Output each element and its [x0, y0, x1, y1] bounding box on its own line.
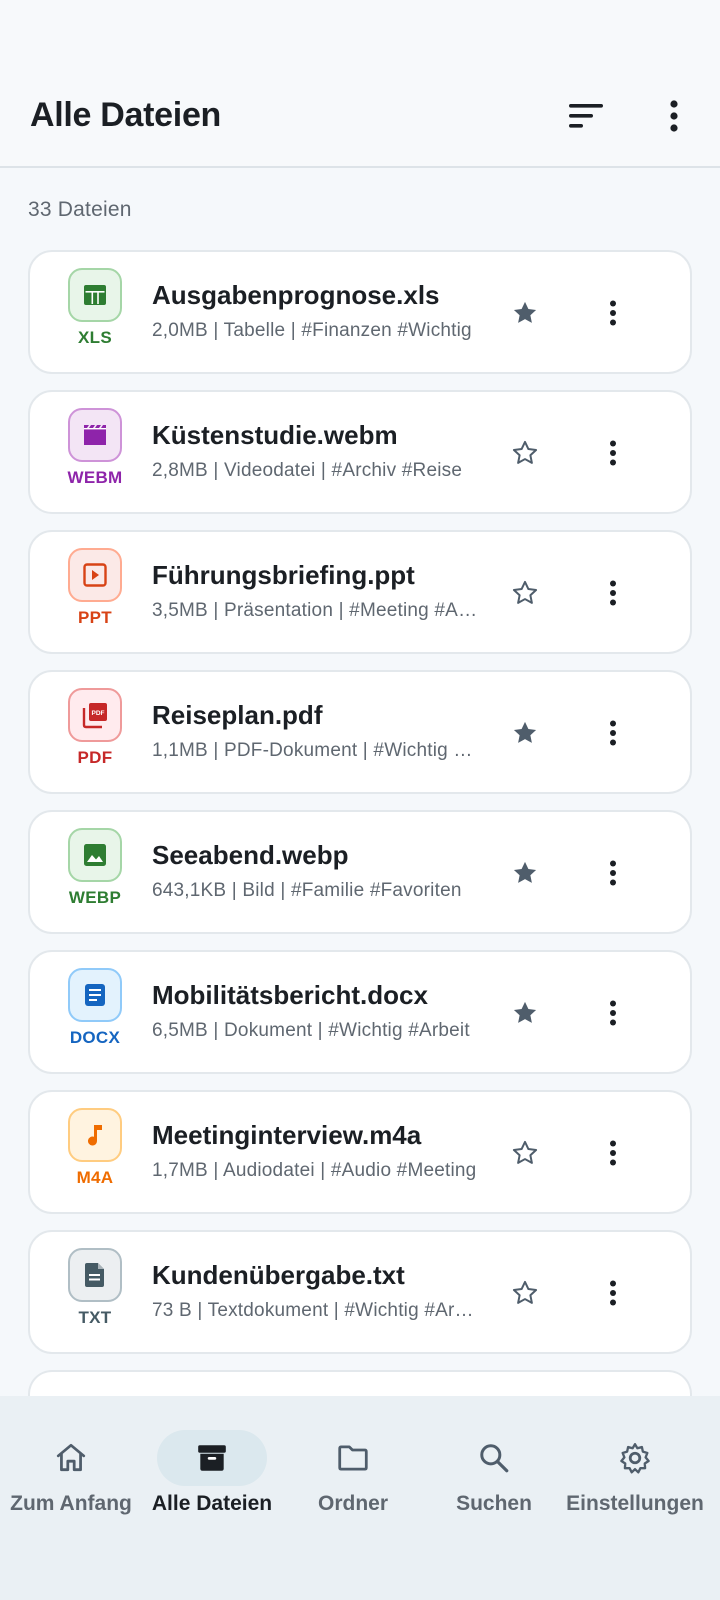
- file-card[interactable]: PPT Führungsbriefing.ppt 3,5MB | Präsent…: [28, 530, 692, 654]
- file-meta: 3,5MB | Präsentation | #Meeting #Arbeit: [152, 600, 478, 621]
- file-more-icon[interactable]: [596, 716, 630, 750]
- file-card[interactable]: XLS Ausgabenprognose.xls 2,0MB | Tabelle…: [28, 250, 692, 374]
- star-outline-icon[interactable]: [508, 1136, 542, 1170]
- file-card[interactable]: WEBM Küstenstudie.webm 2,8MB | Videodate…: [28, 390, 692, 514]
- star-filled-icon[interactable]: [508, 296, 542, 330]
- nav-item-home[interactable]: Zum Anfang: [1, 1396, 141, 1600]
- file-meta: 73 B | Textdokument | #Wichtig #Arbeit: [152, 1300, 478, 1321]
- file-extension-label: PDF: [77, 748, 113, 767]
- file-name: Seeabend.webp: [152, 840, 349, 870]
- nav-label: Alle Dateien: [151, 1492, 273, 1515]
- music-note-icon: [68, 1108, 122, 1162]
- file-count: 33 Dateien: [28, 198, 132, 221]
- nav-item-settings[interactable]: Einstellungen: [565, 1396, 705, 1600]
- file-meta: 1,7MB | Audiodatei | #Audio #Meeting: [152, 1160, 477, 1181]
- app-bar: Alle Dateien: [0, 0, 720, 168]
- star-outline-icon[interactable]: [508, 576, 542, 610]
- file-more-icon[interactable]: [596, 1276, 630, 1310]
- file-extension-label: WEBP: [68, 888, 122, 907]
- image-icon: [68, 828, 122, 882]
- nav-item-search[interactable]: Suchen: [424, 1396, 564, 1600]
- overflow-menu-button[interactable]: [650, 92, 698, 140]
- file-more-icon[interactable]: [596, 856, 630, 890]
- file-name: Reiseplan.pdf: [152, 700, 323, 730]
- nav-item-folder[interactable]: Ordner: [283, 1396, 423, 1600]
- file-extension-label: TXT: [78, 1308, 112, 1327]
- settings-icon: [580, 1430, 690, 1486]
- more-vert-icon: [670, 100, 678, 132]
- text-file-icon: [68, 1248, 122, 1302]
- slideshow-icon: [68, 548, 122, 602]
- nav-label: Zum Anfang: [10, 1492, 132, 1515]
- star-filled-icon[interactable]: [508, 996, 542, 1030]
- file-extension-label: XLS: [78, 328, 112, 347]
- file-name: Meetinginterview.m4a: [152, 1120, 422, 1150]
- search-icon: [439, 1430, 549, 1486]
- table-icon: [68, 268, 122, 322]
- svg-text:PDF: PDF: [92, 710, 105, 717]
- file-more-icon[interactable]: [596, 996, 630, 1030]
- file-meta: 643,1KB | Bild | #Familie #Favoriten: [152, 880, 462, 901]
- file-card[interactable]: PDF PDF Reiseplan.pdf 1,1MB | PDF-Dokume…: [28, 670, 692, 794]
- file-list: XLS Ausgabenprognose.xls 2,0MB | Tabelle…: [28, 250, 692, 1400]
- star-filled-icon[interactable]: [508, 716, 542, 750]
- folder-icon: [298, 1430, 408, 1486]
- file-name: Kundenübergabe.txt: [152, 1260, 405, 1290]
- file-more-icon[interactable]: [596, 1136, 630, 1170]
- nav-label: Suchen: [456, 1492, 532, 1515]
- nav-label: Einstellungen: [566, 1492, 704, 1515]
- pdf-icon: PDF: [68, 688, 122, 742]
- page-title: Alle Dateien: [30, 96, 222, 134]
- document-icon: [68, 968, 122, 1022]
- file-card[interactable]: WEBP Seeabend.webp 643,1KB | Bild | #Fam…: [28, 810, 692, 934]
- bottom-navigation: Zum Anfang Alle Dateien Ordner Suchen Ei…: [0, 1396, 720, 1600]
- file-more-icon[interactable]: [596, 436, 630, 470]
- file-name: Küstenstudie.webm: [152, 420, 398, 450]
- file-extension-label: PPT: [78, 608, 112, 627]
- star-outline-icon[interactable]: [508, 1276, 542, 1310]
- file-meta: 2,0MB | Tabelle | #Finanzen #Wichtig: [152, 320, 472, 341]
- file-extension-label: WEBM: [67, 468, 123, 487]
- star-outline-icon[interactable]: [508, 436, 542, 470]
- file-name: Mobilitätsbericht.docx: [152, 980, 428, 1010]
- nav-item-archive[interactable]: Alle Dateien: [142, 1396, 282, 1600]
- file-extension-label: M4A: [76, 1168, 114, 1187]
- file-meta: 1,1MB | PDF-Dokument | #Wichtig #Reise: [152, 740, 478, 761]
- file-card[interactable]: DOCX Mobilitätsbericht.docx 6,5MB | Doku…: [28, 950, 692, 1074]
- sort-button[interactable]: [562, 92, 610, 140]
- file-extension-label: DOCX: [69, 1028, 121, 1047]
- file-card[interactable]: M4A Meetinginterview.m4a 1,7MB | Audioda…: [28, 1090, 692, 1214]
- sort-icon: [569, 104, 603, 128]
- movie-icon: [68, 408, 122, 462]
- file-name: Führungsbriefing.ppt: [152, 560, 415, 590]
- file-meta: 6,5MB | Dokument | #Wichtig #Arbeit: [152, 1020, 470, 1041]
- nav-label: Ordner: [317, 1492, 388, 1515]
- file-more-icon[interactable]: [596, 576, 630, 610]
- home-icon: [16, 1430, 126, 1486]
- star-filled-icon[interactable]: [508, 856, 542, 890]
- file-name: Ausgabenprognose.xls: [152, 280, 440, 310]
- file-card[interactable]: TXT Kundenübergabe.txt 73 B | Textdokume…: [28, 1230, 692, 1354]
- app-screen: Alle Dateien 33 Dateien XLS Ausgabenprog…: [0, 0, 720, 1600]
- file-more-icon[interactable]: [596, 296, 630, 330]
- archive-icon: [157, 1430, 267, 1486]
- file-meta: 2,8MB | Videodatei | #Archiv #Reise: [152, 460, 463, 481]
